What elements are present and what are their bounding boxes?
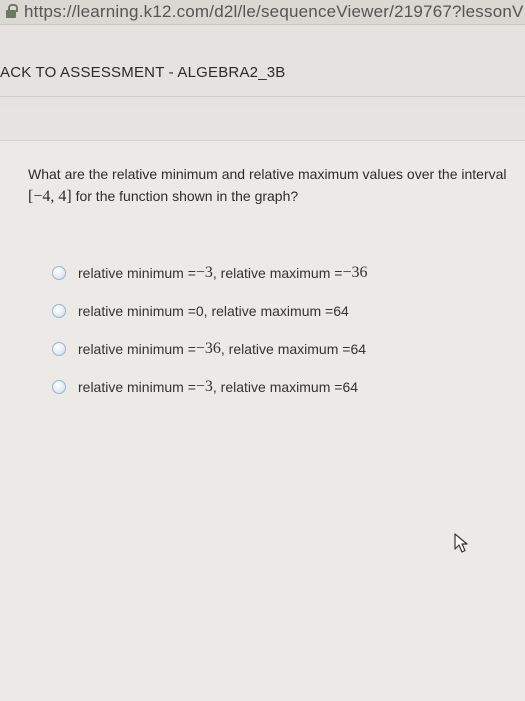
option-max-value: 64 — [333, 302, 349, 319]
option-label-min: relative minimum = — [78, 302, 196, 319]
option-label-max: , relative maximum = — [220, 340, 351, 357]
question-text-before: What are the relative minimum and relati… — [28, 166, 507, 182]
option-min-value: −3 — [195, 263, 213, 281]
panel-top-strip — [0, 108, 525, 141]
option-label-min: relative minimum = — [78, 378, 196, 395]
option-max-value: −36 — [342, 263, 368, 281]
radio-button[interactable] — [52, 265, 66, 280]
option-label-max: , relative maximum = — [212, 378, 343, 395]
answer-option-4[interactable]: relative minimum = −3, relative maximum … — [52, 376, 512, 397]
option-label-min: relative minimum = — [78, 264, 196, 281]
option-min-value: 0 — [195, 302, 204, 319]
option-max-value: 64 — [342, 378, 359, 395]
option-min-value: −36 — [195, 339, 221, 357]
question-text-after: for the function shown in the graph? — [71, 188, 299, 204]
answer-option-3[interactable]: relative minimum = −36, relative maximum… — [52, 338, 512, 359]
browser-address-bar[interactable]: https://learning.k12.com/d2l/le/sequence… — [0, 0, 525, 25]
radio-button[interactable] — [52, 379, 66, 394]
answer-options: relative minimum = −3, relative maximum … — [52, 262, 512, 414]
option-min-value: −3 — [195, 377, 213, 395]
radio-button[interactable] — [52, 341, 66, 356]
back-to-assessment-link[interactable]: ACK TO ASSESSMENT - ALGEBRA2_3B — [0, 64, 286, 81]
question-text: What are the relative minimum and relati… — [28, 163, 508, 208]
url-text[interactable]: https://learning.k12.com/d2l/le/sequence… — [24, 2, 524, 22]
option-max-value: 64 — [350, 340, 367, 357]
option-label-max: , relative maximum = — [212, 264, 343, 281]
option-label-max: , relative maximum = — [203, 302, 334, 319]
option-label-min: relative minimum = — [78, 340, 196, 357]
lock-icon — [6, 4, 18, 18]
answer-option-1[interactable]: relative minimum = −3, relative maximum … — [52, 262, 512, 283]
question-interval: [−4, 4] — [28, 188, 72, 205]
mouse-pointer-icon — [454, 533, 468, 553]
radio-button[interactable] — [52, 303, 66, 318]
assessment-header: ACK TO ASSESSMENT - ALGEBRA2_3B — [0, 50, 525, 97]
answer-option-2[interactable]: relative minimum = 0, relative maximum =… — [52, 300, 512, 321]
